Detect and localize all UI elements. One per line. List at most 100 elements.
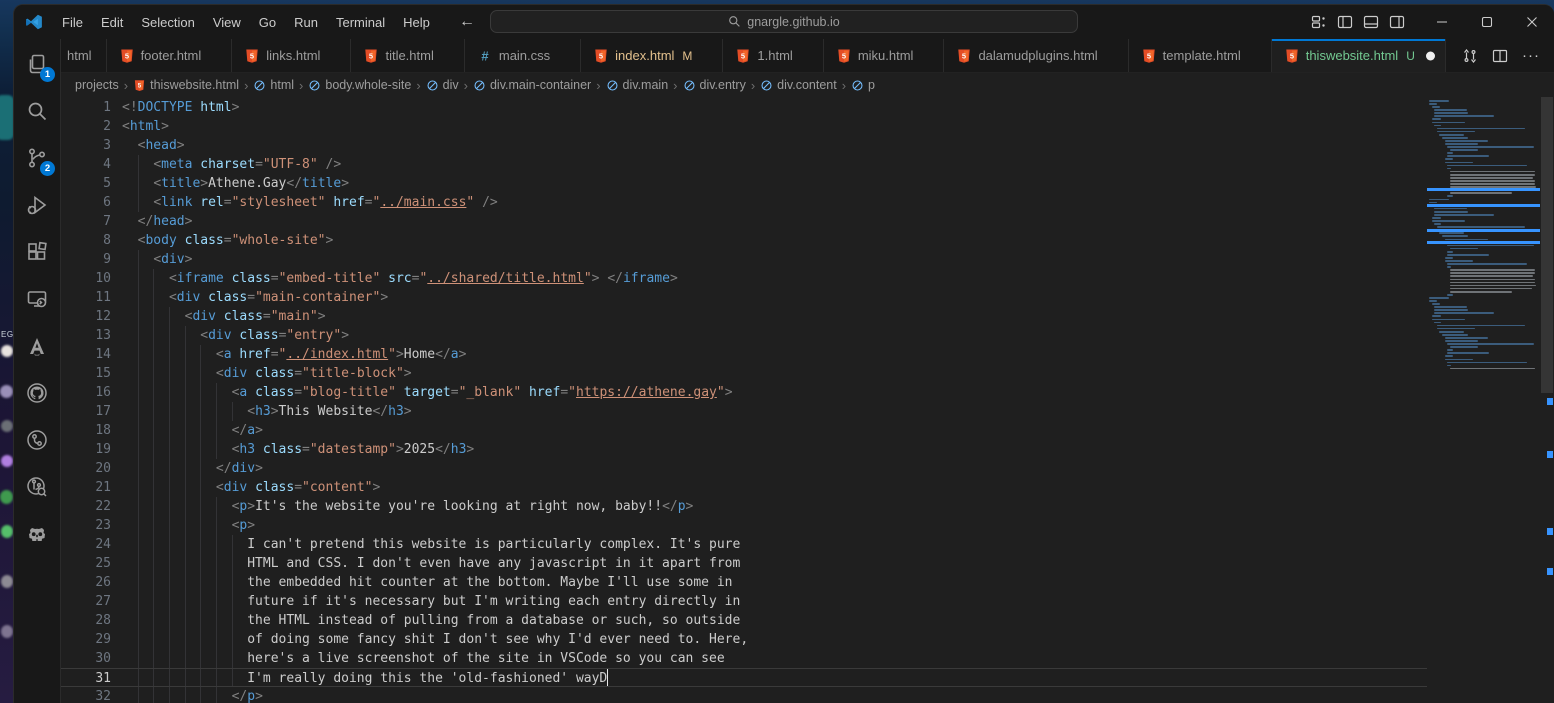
- menu-terminal[interactable]: Terminal: [327, 11, 394, 34]
- line-number: 32: [61, 687, 111, 703]
- tab-links.html[interactable]: 5links.html: [232, 39, 351, 72]
- breadcrumb-item-thiswebsite.html[interactable]: 5thiswebsite.html: [133, 78, 239, 92]
- unsaved-dot-icon[interactable]: [1426, 51, 1435, 60]
- minimize-button[interactable]: [1419, 5, 1464, 39]
- toggle-panel-icon[interactable]: [1363, 14, 1379, 30]
- git-status-badge: M: [682, 49, 692, 63]
- html-file-icon: 5: [244, 48, 260, 64]
- activity-bar-commit-graph-icon[interactable]: [17, 421, 57, 459]
- line-number: 19: [61, 440, 111, 459]
- line-number: 3: [61, 136, 111, 155]
- code-line-18: 18 </a>: [61, 421, 1427, 440]
- svg-text:5: 5: [250, 51, 254, 60]
- tab-thiswebsite.html[interactable]: 5thiswebsite.htmlU: [1272, 39, 1446, 72]
- tab-template.html[interactable]: 5 template.html: [1129, 39, 1272, 72]
- activity-bar-source-control-icon[interactable]: 2: [17, 139, 57, 177]
- breadcrumb-separator-icon: ›: [464, 78, 468, 93]
- code-line-7: 7 </head>: [61, 212, 1427, 231]
- line-number: 2: [61, 117, 111, 136]
- text-cursor: [607, 669, 608, 686]
- split-editor-icon[interactable]: [1492, 48, 1508, 64]
- code-line-16: 16 <a class="blog-title" target="_blank"…: [61, 383, 1427, 402]
- code-editor[interactable]: 1<!DOCTYPE html>2<html>3 <head>4 <meta c…: [61, 97, 1554, 703]
- svg-text:5: 5: [369, 51, 373, 60]
- html-file-icon: 5: [735, 48, 751, 64]
- breadcrumb-item-html[interactable]: html: [253, 78, 294, 92]
- html-symbol-icon: [426, 79, 439, 92]
- tab-index.html[interactable]: 5index.htmlM: [581, 39, 723, 72]
- activity-bar-search-commits-icon[interactable]: [17, 468, 57, 506]
- tab-html[interactable]: html: [61, 39, 107, 72]
- html-symbol-icon: [253, 79, 266, 92]
- tab-title.html[interactable]: 5title.html: [351, 39, 464, 72]
- menu-selection[interactable]: Selection: [132, 11, 203, 34]
- code-line-27: 27 future if it's necessary but I'm writ…: [61, 592, 1427, 611]
- breadcrumb-separator-icon: ›: [416, 78, 420, 93]
- tab-1.html[interactable]: 5 1.html: [723, 39, 823, 72]
- activity-bar-a-extension-icon[interactable]: [17, 327, 57, 365]
- close-button[interactable]: [1509, 5, 1554, 39]
- activity-bar-explorer-icon[interactable]: 1: [17, 45, 57, 83]
- line-number: 24: [61, 535, 111, 554]
- menu-view[interactable]: View: [204, 11, 250, 34]
- maximize-button[interactable]: [1464, 5, 1509, 39]
- minimap-highlight-line: [1427, 204, 1540, 207]
- tab-miku.html[interactable]: 5miku.html: [824, 39, 945, 72]
- breadcrumb-item-body.whole-site[interactable]: body.whole-site: [308, 78, 411, 92]
- activity-bar-github-icon[interactable]: [17, 374, 57, 412]
- customize-layout-icon[interactable]: [1311, 14, 1327, 30]
- activity-bar-extensions-icon[interactable]: [17, 233, 57, 271]
- activity-bar-run-and-debug-icon[interactable]: [17, 186, 57, 224]
- html-symbol-icon: [606, 79, 619, 92]
- line-number: 28: [61, 611, 111, 630]
- line-number: 18: [61, 421, 111, 440]
- breadcrumb-separator-icon: ›: [842, 78, 846, 93]
- html-symbol-icon: [473, 79, 486, 92]
- breadcrumb-item-projects[interactable]: projects: [75, 78, 119, 92]
- line-number: 6: [61, 193, 111, 212]
- breadcrumb-separator-icon: ›: [124, 78, 128, 93]
- activity-bar-godot-tools-icon[interactable]: [17, 515, 57, 553]
- html-symbol-icon: [760, 79, 773, 92]
- tab-label: 1.html: [757, 48, 792, 63]
- navigate-back-icon[interactable]: ←: [459, 13, 475, 31]
- toggle-secondary-sidebar-icon[interactable]: [1389, 14, 1405, 30]
- tab-label: template.html: [1163, 48, 1241, 63]
- open-changes-icon[interactable]: [1462, 48, 1478, 64]
- more-actions-icon[interactable]: ···: [1522, 47, 1540, 64]
- breadcrumb-item-div.main-container[interactable]: div.main-container: [473, 78, 591, 92]
- tab-label: html: [67, 48, 92, 63]
- menu-help[interactable]: Help: [394, 11, 439, 34]
- tab-label: miku.html: [858, 48, 914, 63]
- command-center-search[interactable]: gnargle.github.io: [490, 10, 1078, 33]
- menu-run[interactable]: Run: [285, 11, 327, 34]
- scrollbar-slider[interactable]: [1541, 97, 1553, 393]
- activity-bar-remote-explorer-icon[interactable]: [17, 280, 57, 318]
- line-number: 31: [61, 669, 111, 688]
- breadcrumb-item-div.entry[interactable]: div.entry: [683, 78, 746, 92]
- activity-bar-search-icon[interactable]: [17, 92, 57, 130]
- tab-label: index.html: [615, 48, 674, 63]
- breadcrumb-item-div.content[interactable]: div.content: [760, 78, 837, 92]
- line-number: 4: [61, 155, 111, 174]
- code-line-32: 32 </p>: [61, 687, 1427, 703]
- tab-footer.html[interactable]: 5footer.html: [107, 39, 233, 72]
- tab-main.css[interactable]: #main.css: [465, 39, 581, 72]
- line-number: 25: [61, 554, 111, 573]
- breadcrumb-item-p[interactable]: p: [851, 78, 875, 92]
- breadcrumb-item-div[interactable]: div: [426, 78, 459, 92]
- line-number: 27: [61, 592, 111, 611]
- html-file-icon: 5: [956, 48, 972, 64]
- minimap[interactable]: [1427, 97, 1540, 703]
- breadcrumb-item-div.main[interactable]: div.main: [606, 78, 669, 92]
- menu-edit[interactable]: Edit: [92, 11, 132, 34]
- code-line-14: 14 <a href="../index.html">Home</a>: [61, 345, 1427, 364]
- menu-file[interactable]: File: [53, 11, 92, 34]
- menu-go[interactable]: Go: [250, 11, 285, 34]
- minimap-highlight-line: [1427, 188, 1540, 191]
- tab-dalamudplugins.html[interactable]: 5dalamudplugins.html: [944, 39, 1128, 72]
- toggle-primary-sidebar-icon[interactable]: [1337, 14, 1353, 30]
- html-file-icon: 5: [1141, 48, 1157, 64]
- editor-scrollbar[interactable]: [1540, 97, 1554, 703]
- breadcrumb-separator-icon: ›: [596, 78, 600, 93]
